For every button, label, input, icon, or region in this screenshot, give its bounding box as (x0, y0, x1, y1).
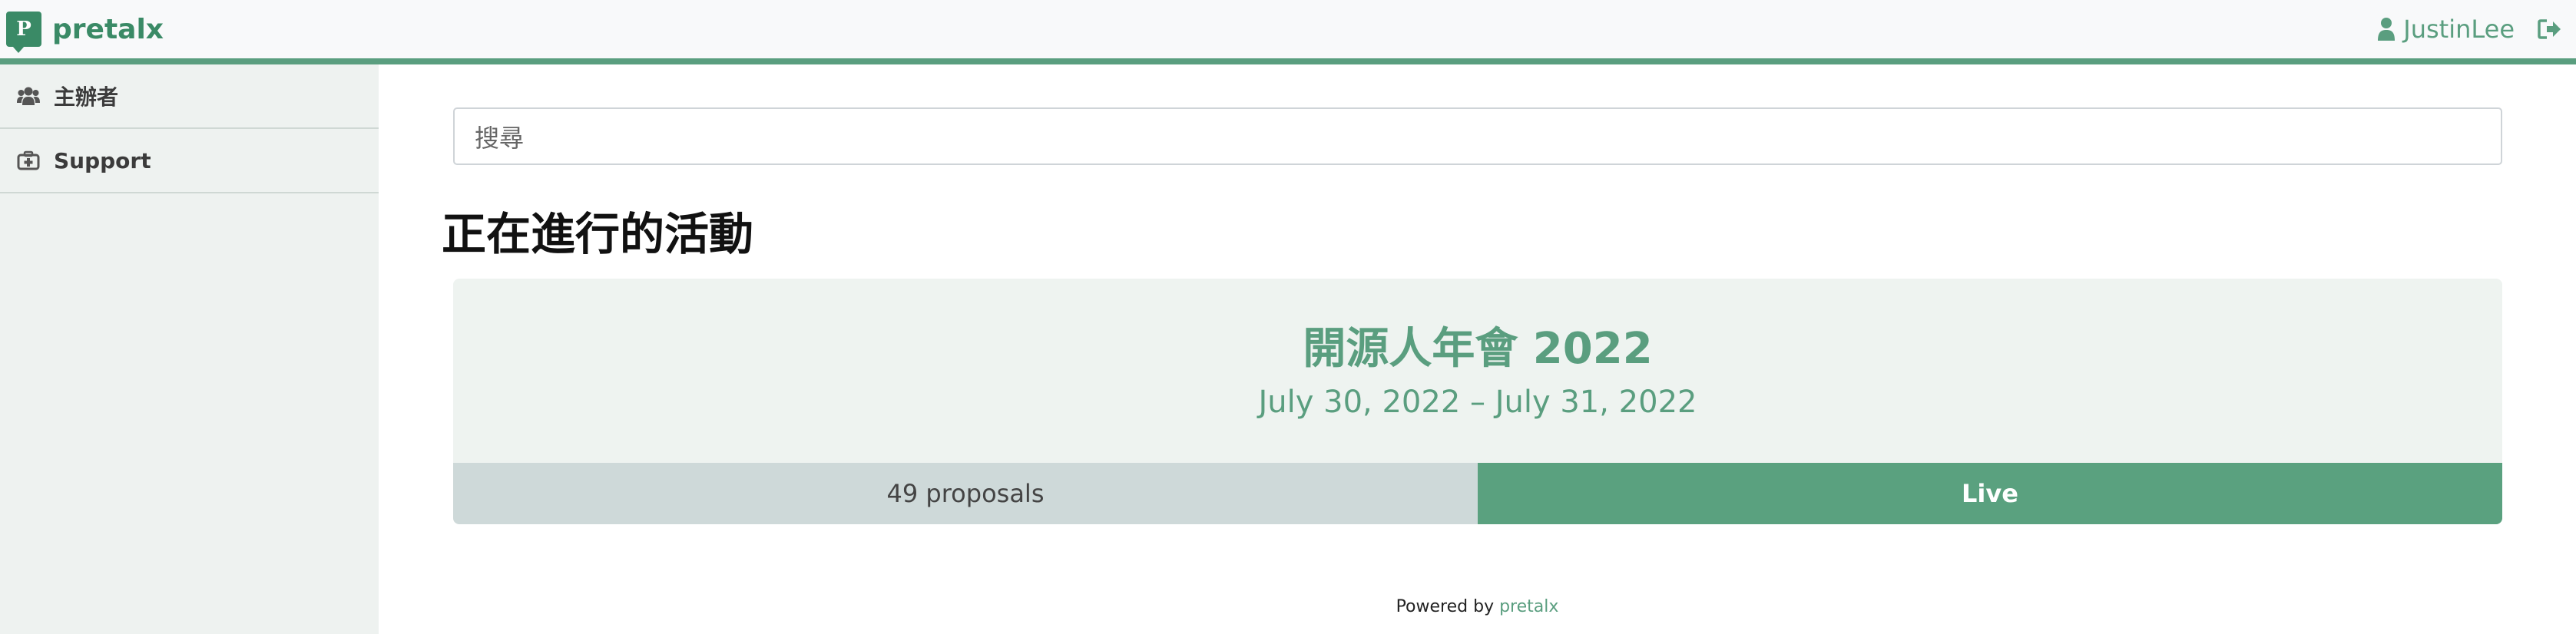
event-status-badge: Live (1478, 463, 2502, 524)
top-navbar: P pretalx JustinLee (0, 0, 2576, 64)
search-placeholder: 搜尋 (475, 123, 525, 153)
first-aid-kit-icon (17, 150, 40, 170)
footer: Powered by pretalx (379, 597, 2576, 616)
users-icon (17, 87, 40, 105)
sidebar-item-support[interactable]: Support (0, 129, 379, 193)
logout-icon[interactable] (2538, 18, 2562, 41)
footer-prefix: Powered by (1396, 597, 1495, 616)
event-dates: July 30, 2022 – July 31, 2022 (1258, 385, 1697, 420)
sidebar: 主辦者 Support (0, 64, 379, 634)
page-title: 正在進行的活動 (442, 208, 754, 260)
user-menu: JustinLee (2377, 6, 2562, 52)
brand-name: pretalx (52, 13, 164, 45)
event-proposals-count[interactable]: 49 proposals (453, 463, 1478, 524)
pretalx-logo: P (6, 12, 41, 53)
username-link[interactable]: JustinLee (2403, 15, 2515, 44)
event-card[interactable]: 開源人年會 2022 July 30, 2022 – July 31, 2022… (453, 279, 2502, 524)
sidebar-item-label: Support (54, 147, 151, 173)
search-input[interactable]: 搜尋 (453, 107, 2502, 165)
user-icon (2378, 18, 2396, 41)
sidebar-item-label: 主辦者 (54, 84, 119, 110)
sidebar-item-organisers[interactable]: 主辦者 (0, 64, 379, 129)
footer-pretalx-link[interactable]: pretalx (1499, 597, 1558, 616)
brand-link[interactable]: P pretalx (6, 8, 164, 53)
event-title[interactable]: 開源人年會 2022 (453, 314, 2502, 376)
